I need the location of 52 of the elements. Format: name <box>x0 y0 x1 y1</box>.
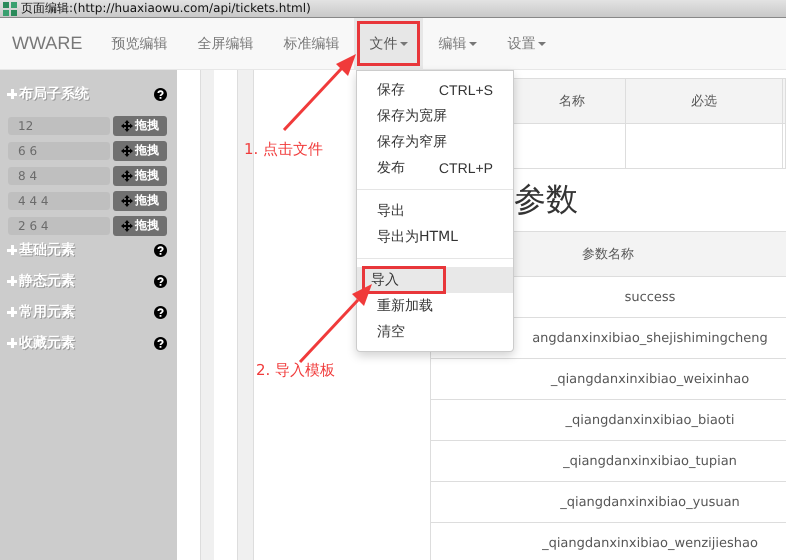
caret-icon <box>538 42 546 46</box>
menu-item-label: 保存为窄屏 <box>376 133 448 152</box>
help-icon[interactable] <box>154 88 167 100</box>
move-icon <box>121 120 133 132</box>
move-icon <box>121 220 133 232</box>
table-header: 必选 <box>626 78 782 124</box>
menu-item[interactable]: 导入 <box>357 267 513 293</box>
layout-value: 8 4 <box>8 166 110 184</box>
table-cell: _qiangdanxinxibiao_tupian <box>430 440 786 482</box>
table-cell: _qiangdanxinxibiao_yusuan <box>430 482 786 522</box>
menu-item-label: 发布 <box>376 159 406 178</box>
layout-value: 4 4 4 <box>8 192 110 210</box>
drag-button[interactable]: 拖拽 <box>113 116 167 136</box>
table-cell: _qiangdanxinxibiao_weixinhao <box>430 358 786 400</box>
table-cell: _qiangdanxinxibiao_wenzijieshao <box>430 522 786 560</box>
caret-icon <box>400 42 408 46</box>
caret-icon <box>469 42 478 46</box>
move-icon <box>121 170 133 182</box>
section-heading: 参数 <box>514 179 578 220</box>
shortcut-text: CTRL+S <box>438 82 493 98</box>
window-title: 页面编辑:(http://huaxiaowu.com/api/tickets.html) <box>21 0 311 17</box>
layout-value: 12 <box>8 116 110 134</box>
drag-button[interactable]: 拖拽 <box>113 140 167 160</box>
shortcut-text: CTRL+P <box>438 160 493 176</box>
app-icon <box>3 2 17 16</box>
menu-item[interactable]: 导出 <box>357 198 513 224</box>
table-cell: _qiangdanxinxibiao_biaoti <box>430 400 786 440</box>
nav-menu-item[interactable]: 编辑 <box>423 18 492 69</box>
layout-value: 2 6 4 <box>8 216 110 234</box>
layout-value: 6 6 <box>8 142 110 160</box>
menu-item-label: 清空 <box>376 323 406 342</box>
move-icon <box>121 144 133 156</box>
menu-item-label: 导出 <box>376 202 406 221</box>
nav-menu-item[interactable]: 设置 <box>492 18 562 69</box>
drag-button[interactable]: 拖拽 <box>113 190 167 210</box>
help-icon[interactable] <box>154 244 167 256</box>
nav-menu-item[interactable]: 文件 <box>354 18 424 69</box>
help-icon[interactable] <box>154 336 167 350</box>
menu-item[interactable]: 保存为窄屏 <box>357 129 513 155</box>
help-icon[interactable] <box>154 274 167 288</box>
nav-menu-item[interactable]: 标准编辑 <box>268 18 354 69</box>
annotation-text: 2. 导入模板 <box>256 361 336 380</box>
drag-button[interactable]: 拖拽 <box>113 166 167 186</box>
drag-button[interactable]: 拖拽 <box>113 216 167 236</box>
help-icon[interactable] <box>154 306 167 318</box>
brand-logo[interactable]: WWARE <box>0 18 96 69</box>
nav-menu-item[interactable]: 全屏编辑 <box>182 18 268 69</box>
menu-item-label: 保存 <box>376 81 406 100</box>
menu-item[interactable]: 发布 CTRL+P <box>357 155 513 181</box>
annotation-text: 1. 点击文件 <box>244 140 324 159</box>
nav-menu-item[interactable]: 预览编辑 <box>96 18 182 69</box>
move-icon <box>121 194 133 206</box>
